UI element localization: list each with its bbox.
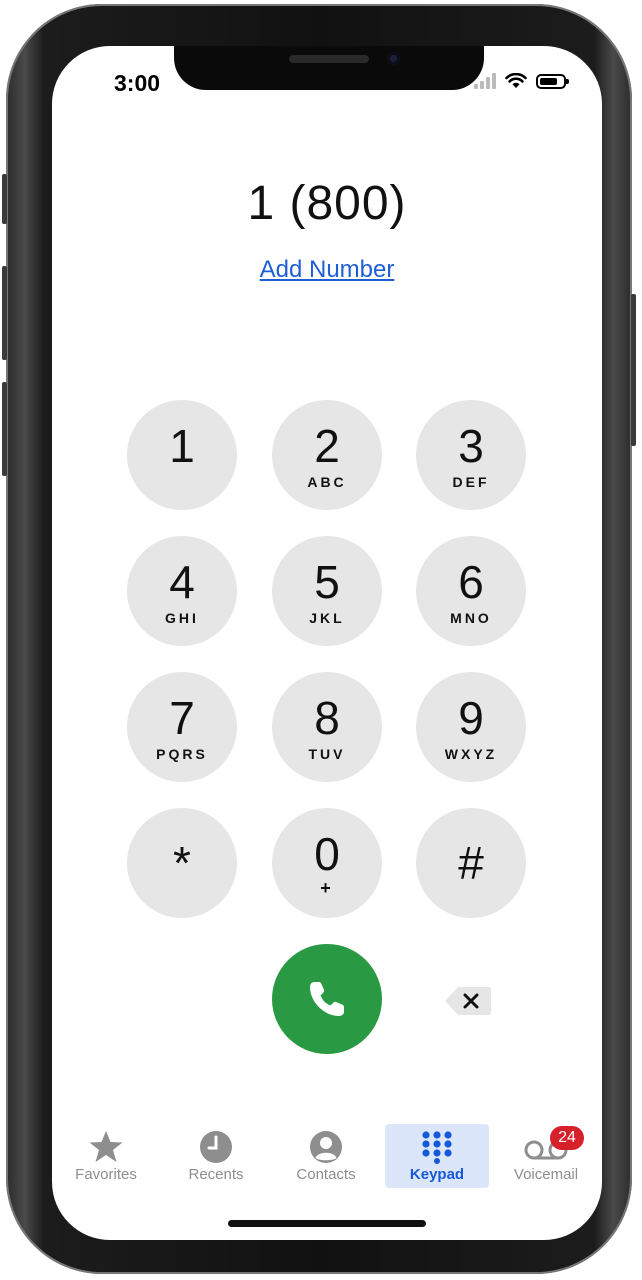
star-icon [54,1130,158,1164]
key-letters: TUV [308,746,346,762]
speaker [289,55,369,63]
power-button [631,294,636,446]
person-icon [274,1130,378,1164]
status-icons [474,73,569,89]
phone-icon [310,982,344,1016]
key-hash[interactable]: # [416,808,526,918]
key-digit: 3 [458,420,484,472]
key-1[interactable]: 1 [127,400,237,510]
key-digit: 1 [169,420,195,472]
key-letters: GHI [165,610,199,626]
key-8[interactable]: 8 TUV [272,672,382,782]
key-digit: 2 [314,420,340,472]
key-5[interactable]: 5 JKL [272,536,382,646]
tab-bar: Favorites Recents Contacts Keypad 24 Voi… [52,1124,602,1194]
tab-label: Contacts [296,1166,356,1183]
key-letters: ABC [307,474,347,490]
key-letters: WXYZ [444,746,498,762]
volume-up-button [2,266,7,360]
key-digit: 4 [169,556,195,608]
tab-label: Recents [188,1166,244,1183]
side-button [2,174,7,224]
tab-favorites[interactable]: Favorites [54,1124,158,1188]
key-letters: PQRS [156,746,208,762]
notch [174,46,484,90]
key-letters: DEF [452,474,490,490]
key-letters: JKL [309,610,345,626]
key-3[interactable]: 3 DEF [416,400,526,510]
key-digit: * [173,837,191,889]
home-indicator [228,1220,426,1227]
cellular-signal-icon [474,73,496,89]
key-letters: MNO [450,610,492,626]
status-time: 3:00 [114,70,161,96]
tab-recents[interactable]: Recents [164,1124,268,1188]
phone-frame: 3:00 1 (800) Add Number 1 2 ABC 3 DEF 4 … [2,4,636,1274]
key-digit: 5 [314,556,340,608]
backspace-icon [445,987,491,1015]
key-0[interactable]: 0 + [272,808,382,918]
key-digit: # [458,837,484,889]
key-digit: 9 [458,692,484,744]
phone-screen: 3:00 1 (800) Add Number 1 2 ABC 3 DEF 4 … [52,46,602,1240]
keypad-icon [385,1130,489,1164]
add-number-link[interactable]: Add Number [52,256,602,284]
key-2[interactable]: 2 ABC [272,400,382,510]
tab-label: Keypad [409,1166,465,1183]
key-star[interactable]: * [127,808,237,918]
voicemail-badge: 24 [550,1126,584,1150]
key-letters: + [320,878,334,898]
volume-down-button [2,382,7,476]
call-button[interactable] [272,944,382,1054]
tab-label: Favorites [75,1166,137,1183]
battery-icon [536,73,569,89]
key-digit: 7 [169,692,195,744]
clock-icon [164,1130,268,1164]
front-camera [387,52,400,65]
key-9[interactable]: 9 WXYZ [416,672,526,782]
key-digit: 8 [314,692,340,744]
entered-number: 1 (800) [247,177,407,230]
wifi-icon [505,73,527,88]
tab-keypad[interactable]: Keypad [385,1124,489,1188]
delete-button[interactable] [444,985,492,1017]
key-digit: 0 [314,828,340,880]
key-digit: 6 [458,556,484,608]
key-6[interactable]: 6 MNO [416,536,526,646]
key-7[interactable]: 7 PQRS [127,672,237,782]
tab-voicemail[interactable]: 24 Voicemail [494,1124,598,1188]
tab-contacts[interactable]: Contacts [274,1124,378,1188]
tab-label: Voicemail [513,1166,579,1183]
key-4[interactable]: 4 GHI [127,536,237,646]
